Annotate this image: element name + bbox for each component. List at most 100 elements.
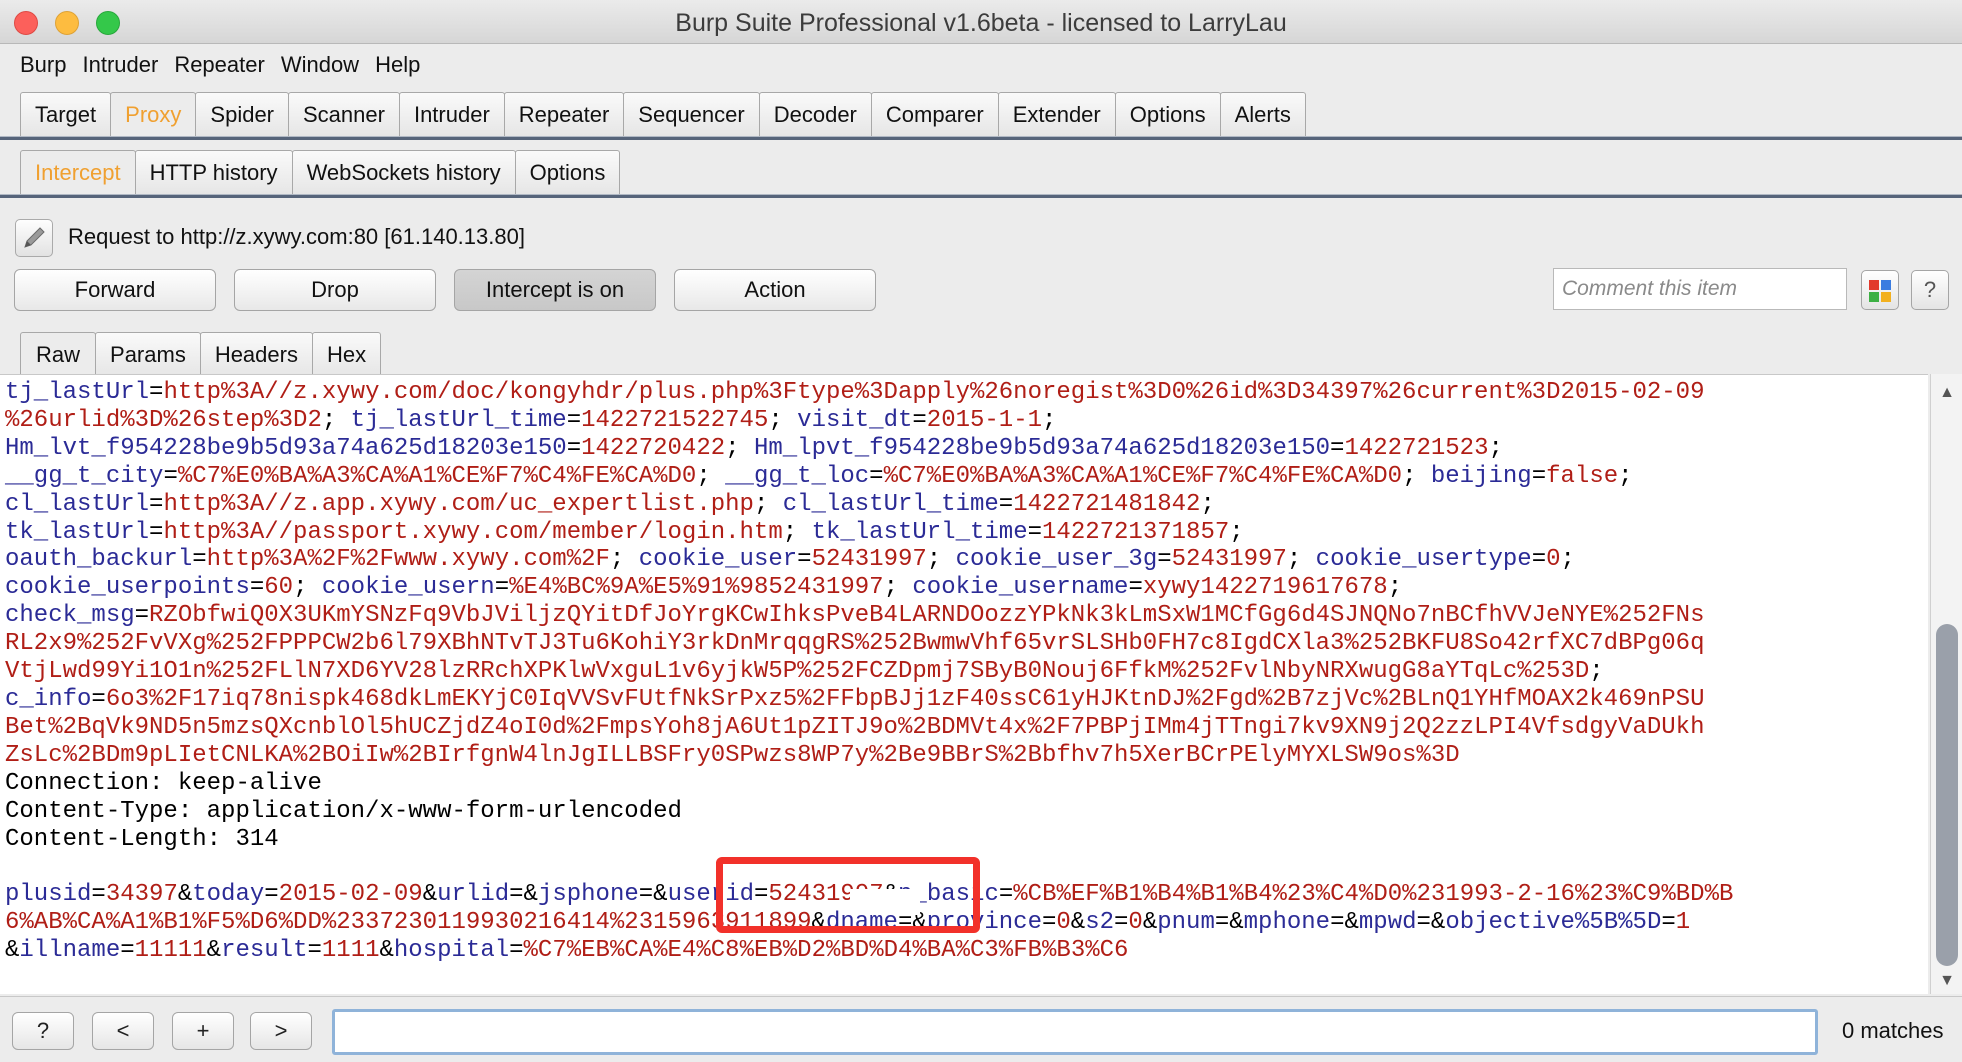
- tab-scanner[interactable]: Scanner: [288, 92, 400, 136]
- param-name: cl_lastUrl_time: [782, 490, 999, 518]
- scroll-down-icon[interactable]: ▼: [1931, 968, 1962, 994]
- param-value: http%3A//passport.xywy.com/member/login.…: [163, 518, 783, 546]
- code-line: Connection: keep-alive: [5, 770, 1733, 798]
- burp-window: Burp Suite Professional v1.6beta - licen…: [0, 0, 1962, 1062]
- menu-help[interactable]: Help: [375, 46, 420, 84]
- comment-input[interactable]: Comment this item: [1553, 268, 1847, 310]
- code-text: =: [1114, 909, 1129, 937]
- code-text: ;: [1042, 406, 1057, 434]
- code-text: =: [1661, 909, 1676, 937]
- param-value: %C7%E0%BA%A3%CA%A1%CE%F7%C4%FE%CA%D0: [177, 462, 697, 490]
- param-value: http%3A%2F%2Fwww.xywy.com%2F: [206, 546, 610, 574]
- search-input[interactable]: [332, 1009, 1818, 1055]
- tab-extender[interactable]: Extender: [997, 92, 1116, 136]
- scroll-up-icon[interactable]: ▲: [1931, 380, 1962, 406]
- add-search-option-button[interactable]: +: [172, 1012, 234, 1050]
- code-line: tj_lastUrl=http%3A//z.xywy.com/doc/kongy…: [5, 379, 1733, 407]
- tab-intercept[interactable]: Intercept: [20, 150, 136, 194]
- param-value: %26urlid%3D%26step%3D2: [5, 406, 322, 434]
- tab-spider[interactable]: Spider: [195, 92, 289, 136]
- color-grid-icon: [1869, 280, 1891, 302]
- scroll-thumb[interactable]: [1936, 624, 1958, 966]
- tab-proxy-options[interactable]: Options: [514, 150, 621, 194]
- intercept-toggle-button[interactable]: Intercept is on: [454, 269, 656, 311]
- code-text: &: [422, 881, 438, 909]
- forward-button[interactable]: Forward: [14, 269, 216, 311]
- tab-params[interactable]: Params: [95, 332, 201, 376]
- code-text: =&: [1214, 909, 1244, 937]
- param-value: 1422721371857: [1042, 518, 1230, 546]
- menu-burp[interactable]: Burp: [20, 46, 66, 84]
- param-name: objective%5B%5D: [1445, 909, 1662, 937]
- help-button[interactable]: ?: [1911, 270, 1949, 310]
- tab-raw[interactable]: Raw: [20, 332, 97, 376]
- code-text: =: [149, 518, 164, 546]
- code-text: &: [206, 937, 222, 965]
- param-name: jsphone: [537, 881, 639, 909]
- tab-alerts[interactable]: Alerts: [1219, 92, 1306, 136]
- code-text: =: [149, 490, 164, 518]
- tab-websockets-history[interactable]: WebSockets history: [291, 150, 516, 194]
- code-text: Content-Length: 314: [5, 825, 279, 853]
- param-name: mpwd: [1358, 909, 1417, 937]
- next-match-button[interactable]: >: [250, 1012, 312, 1050]
- tab-hex[interactable]: Hex: [311, 332, 382, 376]
- tab-headers[interactable]: Headers: [199, 332, 313, 376]
- code-line: check_msg=RZObfwiQ0X3UKmYSNzFq9VbJViljzQ…: [5, 602, 1733, 630]
- code-text: ;: [609, 546, 639, 574]
- tab-decoder[interactable]: Decoder: [758, 92, 872, 136]
- code-text: =: [192, 546, 207, 574]
- param-value: http%3A//z.app.xywy.com/uc_expertlist.ph…: [163, 490, 754, 518]
- param-name: oauth_backurl: [5, 546, 193, 574]
- param-name: urlid: [437, 881, 510, 909]
- menu-window[interactable]: Window: [281, 46, 359, 84]
- tab-sequencer[interactable]: Sequencer: [623, 92, 760, 136]
- pencil-icon: [24, 227, 45, 248]
- edit-request-button[interactable]: [15, 219, 53, 257]
- editor-vertical-scrollbar[interactable]: ▲ ▼: [1930, 374, 1962, 994]
- tab-proxy[interactable]: Proxy: [110, 92, 197, 136]
- match-count: 0 matches: [1842, 1018, 1944, 1043]
- code-text: ;: [883, 574, 913, 602]
- param-value: 34397: [105, 881, 178, 909]
- param-value: RZObfwiQ0X3UKmYSNzFq9VbJViljzQYitDfJoYrg…: [149, 602, 1705, 630]
- code-text: =&: [1330, 909, 1359, 937]
- code-line: Bet%2BqVk9ND5n5mzsQXcnblOl5hUCZjdZ4oI0d%…: [5, 714, 1733, 742]
- code-text: &: [1070, 909, 1086, 937]
- action-button[interactable]: Action: [674, 269, 876, 311]
- code-line: oauth_backurl=http%3A%2F%2Fwww.xywy.com%…: [5, 546, 1733, 574]
- code-text: ;: [1488, 434, 1503, 462]
- param-value: 0: [1128, 909, 1143, 937]
- proxy-tabs-divider: [0, 194, 1962, 198]
- param-name: today: [192, 881, 265, 909]
- param-name: cookie_user_3g: [955, 546, 1158, 574]
- code-text: =: [134, 602, 150, 630]
- param-value: 60: [264, 574, 294, 602]
- highlight-color-button[interactable]: [1861, 270, 1899, 310]
- param-name: tk_lastUrl_time: [811, 518, 1028, 546]
- previous-match-button[interactable]: <: [92, 1012, 154, 1050]
- param-value: 2015-1-1: [926, 406, 1043, 434]
- menu-intruder[interactable]: Intruder: [82, 46, 158, 84]
- param-value: xywy1422719617678: [1142, 574, 1388, 602]
- code-text: ;: [1618, 462, 1633, 490]
- tab-intruder[interactable]: Intruder: [398, 92, 505, 136]
- param-name: tk_lastUrl: [5, 518, 150, 546]
- param-value: 2015-02-09: [278, 881, 423, 909]
- search-help-button[interactable]: ?: [12, 1012, 74, 1050]
- param-value: 11111: [134, 937, 207, 965]
- param-name: __gg_t_city: [5, 462, 164, 490]
- code-text: =: [91, 685, 106, 713]
- menu-repeater[interactable]: Repeater: [174, 46, 265, 84]
- tab-options[interactable]: Options: [1114, 92, 1221, 136]
- tab-target[interactable]: Target: [20, 92, 112, 136]
- code-text: =: [1157, 546, 1172, 574]
- code-line: cookie_userpoints=60; cookie_usern=%E4%B…: [5, 574, 1733, 602]
- param-value: 1422721522745: [581, 406, 769, 434]
- code-text: &: [177, 881, 193, 909]
- tab-http-history[interactable]: HTTP history: [134, 150, 293, 194]
- code-text: &: [379, 937, 394, 965]
- tab-repeater[interactable]: Repeater: [503, 92, 625, 136]
- tab-comparer[interactable]: Comparer: [870, 92, 999, 136]
- drop-button[interactable]: Drop: [234, 269, 436, 311]
